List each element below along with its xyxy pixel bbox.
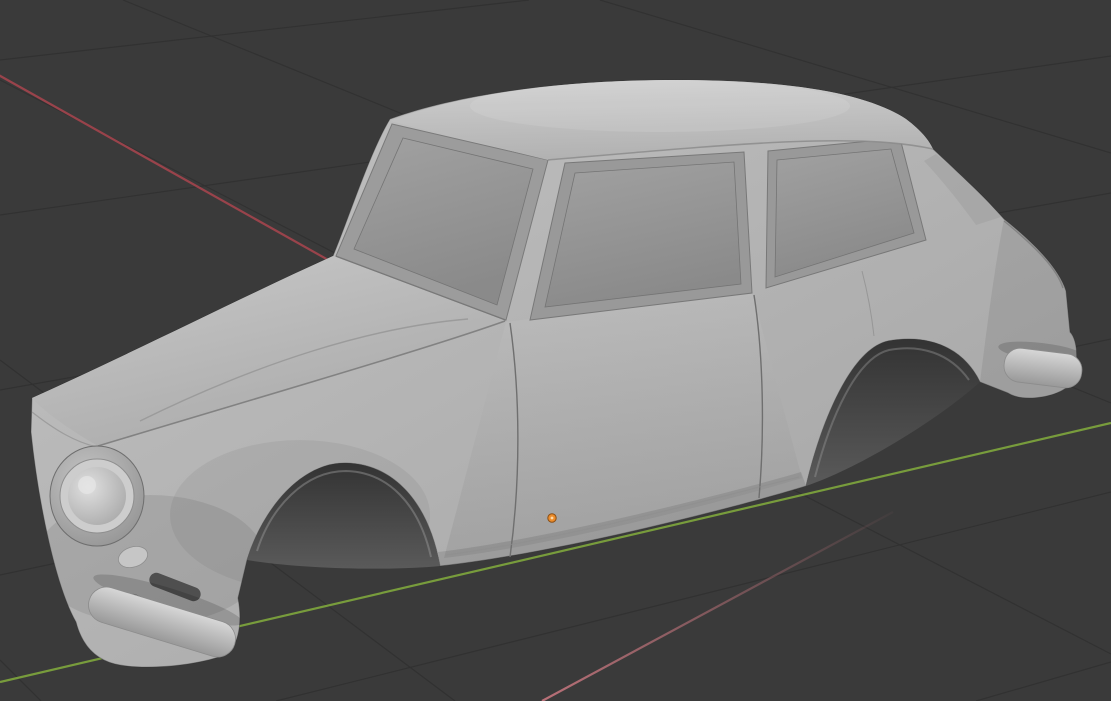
headlight-lens: [68, 467, 126, 525]
origin-dot-center: [551, 517, 554, 520]
origin-dot[interactable]: [548, 514, 556, 522]
headlight-highlight: [78, 476, 96, 494]
door-window-glass: [545, 162, 741, 307]
3d-viewport[interactable]: [0, 0, 1111, 701]
viewport-canvas[interactable]: [0, 0, 1111, 701]
headlight: [50, 446, 144, 546]
